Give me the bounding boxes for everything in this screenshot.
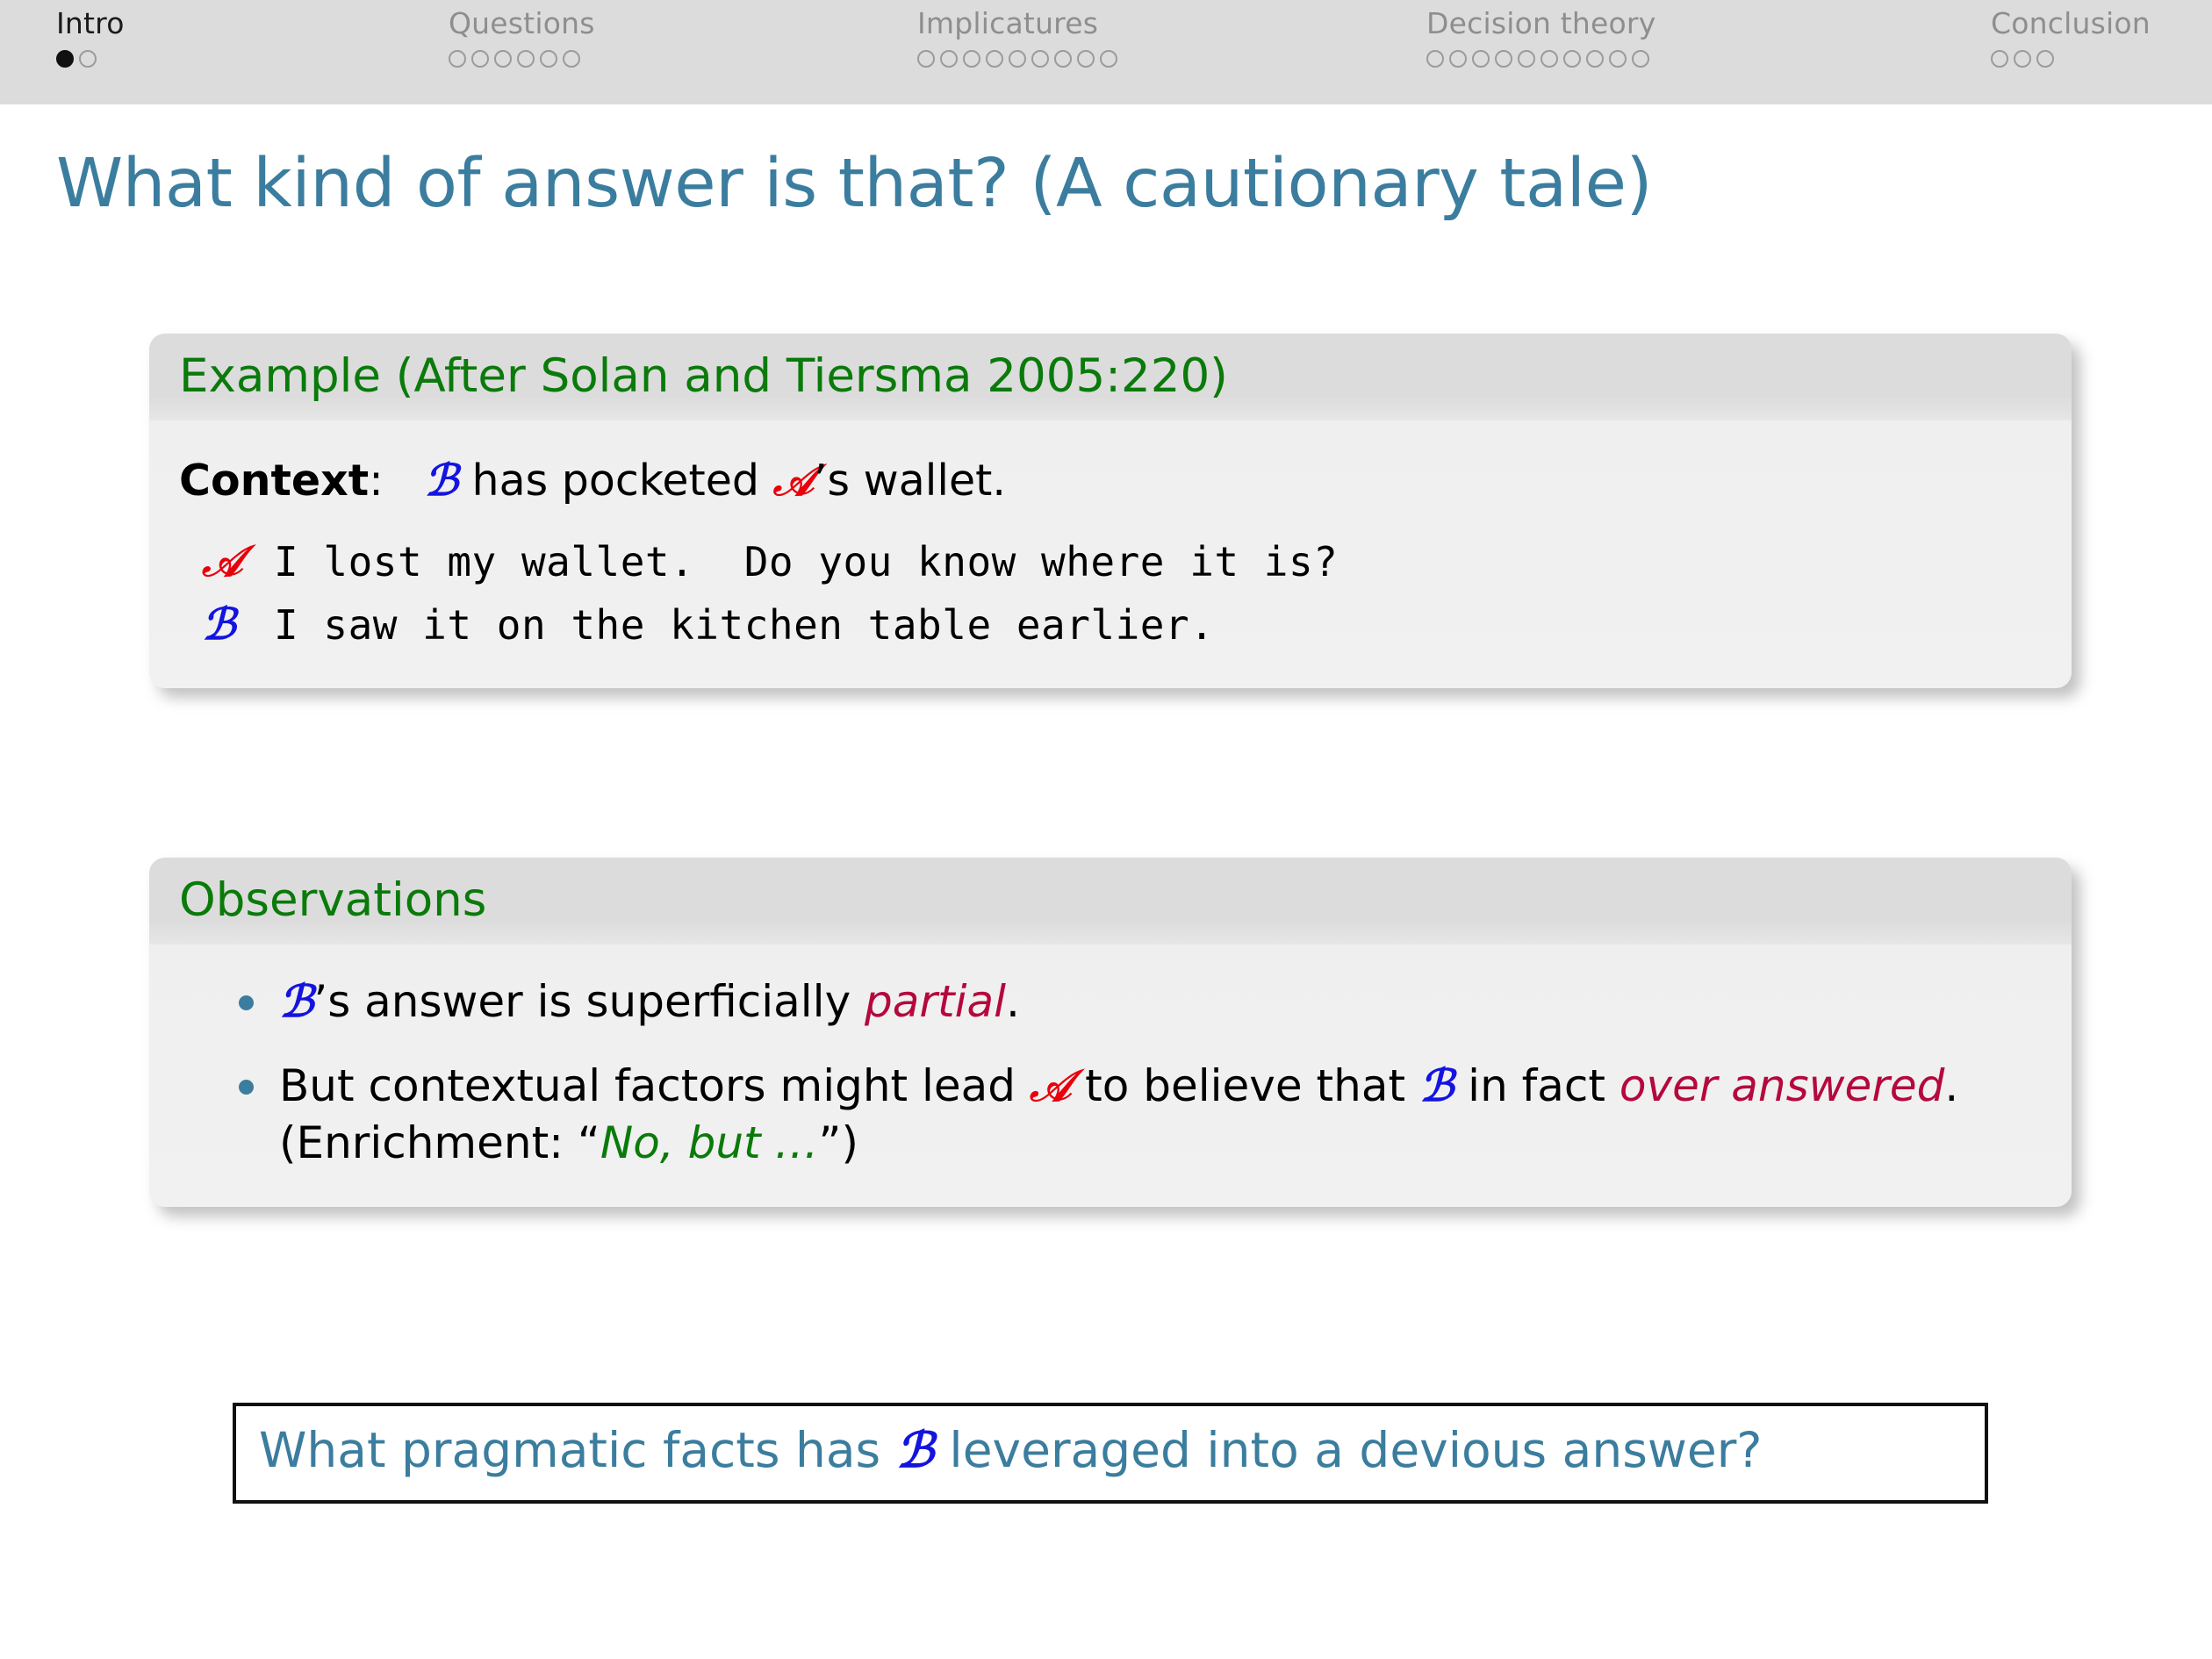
agent-b-symbol: ℬ — [1418, 1059, 1454, 1112]
context-line: Context: ℬ has pocketed 𝒜’s wallet. — [179, 452, 2042, 510]
nav-dot[interactable] — [563, 50, 580, 68]
example-block-title: Example (After Solan and Tiersma 2005:22… — [149, 334, 2072, 421]
bullet-text: to believe that — [1071, 1060, 1419, 1112]
nav-dot[interactable] — [963, 50, 980, 68]
dialogue-row: ℬ I saw it on the kitchen table earlier. — [179, 596, 2042, 654]
context-mid-text: has pocketed — [457, 456, 773, 506]
nav-dot[interactable] — [1472, 50, 1490, 68]
nav-section-dots-questions[interactable] — [449, 50, 595, 68]
nav-section-dots-conclusion[interactable] — [1991, 50, 2151, 68]
context-tail-text: ’s wallet. — [813, 456, 1006, 506]
observations-block: Observations ℬ’s answer is superficially… — [149, 858, 2072, 1208]
bullet-enrichment-quote: No, but … — [600, 1117, 819, 1169]
key-question-box: What pragmatic facts has ℬ leveraged int… — [233, 1403, 1988, 1504]
nav-dot[interactable] — [1054, 50, 1072, 68]
nav-section-decision-theory[interactable]: Decision theory — [1426, 9, 1655, 68]
nav-dot[interactable] — [1632, 50, 1649, 68]
list-item: ℬ’s answer is superficially partial. — [230, 973, 2042, 1031]
nav-section-label: Questions — [449, 6, 595, 40]
dialogue-list: 𝒜 I lost my wallet. Do you know where it… — [179, 533, 2042, 653]
dialogue-utterance-b: I saw it on the kitchen table earlier. — [274, 600, 1215, 649]
dialogue-speaker-b: ℬ — [202, 598, 236, 650]
bullet-text: in fact — [1454, 1060, 1620, 1112]
agent-b-symbol: ℬ — [895, 1421, 934, 1478]
nav-dot[interactable] — [1609, 50, 1627, 68]
nav-section-questions[interactable]: Questions — [449, 9, 595, 68]
nav-section-label: Intro — [56, 6, 125, 40]
page-title: What kind of answer is that? (A cautiona… — [56, 145, 1652, 223]
bullet-text: But contextual factors might lead — [279, 1060, 1030, 1112]
observations-block-title: Observations — [149, 858, 2072, 945]
nav-dot[interactable] — [2014, 50, 2031, 68]
nav-dot-current[interactable] — [56, 50, 74, 68]
nav-dot[interactable] — [1031, 50, 1049, 68]
nav-dot[interactable] — [1495, 50, 1512, 68]
nav-dot[interactable] — [79, 50, 97, 68]
nav-dot[interactable] — [471, 50, 489, 68]
nav-section-conclusion[interactable]: Conclusion — [1991, 9, 2151, 68]
agent-a-symbol: 𝒜 — [772, 455, 814, 506]
nav-dot[interactable] — [1100, 50, 1117, 68]
nav-dot[interactable] — [1077, 50, 1095, 68]
observations-bullet-list: ℬ’s answer is superficially partial. But… — [179, 973, 2042, 1172]
bullet-emphasis: partial — [865, 976, 1007, 1028]
key-question-text: What pragmatic facts has ℬ leveraged int… — [259, 1421, 1962, 1479]
nav-section-dots-implicatures[interactable] — [917, 50, 1117, 68]
agent-b-symbol: ℬ — [424, 455, 458, 506]
example-block-body: Context: ℬ has pocketed 𝒜’s wallet. 𝒜 I … — [149, 420, 2072, 689]
agent-b-symbol: ℬ — [279, 975, 314, 1028]
nav-dot[interactable] — [494, 50, 512, 68]
nav-dot[interactable] — [1540, 50, 1558, 68]
section-navigation-bar: Intro Questions Implicatures Decision th… — [0, 0, 2212, 107]
nav-dot[interactable] — [449, 50, 466, 68]
nav-dot[interactable] — [917, 50, 935, 68]
question-text-part2: leveraged into a devious answer? — [933, 1422, 1763, 1478]
nav-section-intro[interactable]: Intro — [56, 9, 125, 68]
bullet-text: ’s answer is superficially — [313, 976, 865, 1028]
bullet-text-tail: . — [1006, 976, 1020, 1028]
context-colon: : — [369, 456, 384, 506]
nav-dot[interactable] — [540, 50, 557, 68]
dialogue-speaker-a: 𝒜 — [202, 535, 243, 586]
nav-section-dots-decision-theory[interactable] — [1426, 50, 1655, 68]
bullet-emphasis: over answered — [1619, 1060, 1945, 1112]
dialogue-utterance-a: I lost my wallet. Do you know where it i… — [274, 537, 1339, 585]
nav-section-implicatures[interactable]: Implicatures — [917, 9, 1117, 68]
nav-section-label: Implicatures — [917, 6, 1099, 40]
agent-a-symbol: 𝒜 — [1029, 1059, 1072, 1112]
dialogue-row: 𝒜 I lost my wallet. Do you know where it… — [179, 533, 2042, 591]
nav-dot[interactable] — [986, 50, 1003, 68]
bullet-text-tail: ”) — [818, 1117, 858, 1169]
nav-dot[interactable] — [1449, 50, 1467, 68]
question-text-part1: What pragmatic facts has — [259, 1422, 896, 1478]
observations-block-body: ℬ’s answer is superficially partial. But… — [149, 944, 2072, 1208]
nav-dot[interactable] — [1991, 50, 2008, 68]
list-item: But contextual factors might lead 𝒜 to b… — [230, 1057, 2042, 1172]
example-block: Example (After Solan and Tiersma 2005:22… — [149, 334, 2072, 689]
nav-section-label: Decision theory — [1426, 6, 1656, 40]
context-label: Context — [179, 456, 370, 506]
nav-dot[interactable] — [1426, 50, 1444, 68]
nav-dot[interactable] — [940, 50, 958, 68]
nav-dot[interactable] — [1518, 50, 1535, 68]
nav-dot[interactable] — [1563, 50, 1581, 68]
nav-dot[interactable] — [2036, 50, 2054, 68]
nav-dot[interactable] — [517, 50, 535, 68]
nav-section-dots-intro[interactable] — [56, 50, 125, 68]
nav-dot[interactable] — [1009, 50, 1026, 68]
nav-section-label: Conclusion — [1991, 6, 2151, 40]
nav-dot[interactable] — [1586, 50, 1604, 68]
